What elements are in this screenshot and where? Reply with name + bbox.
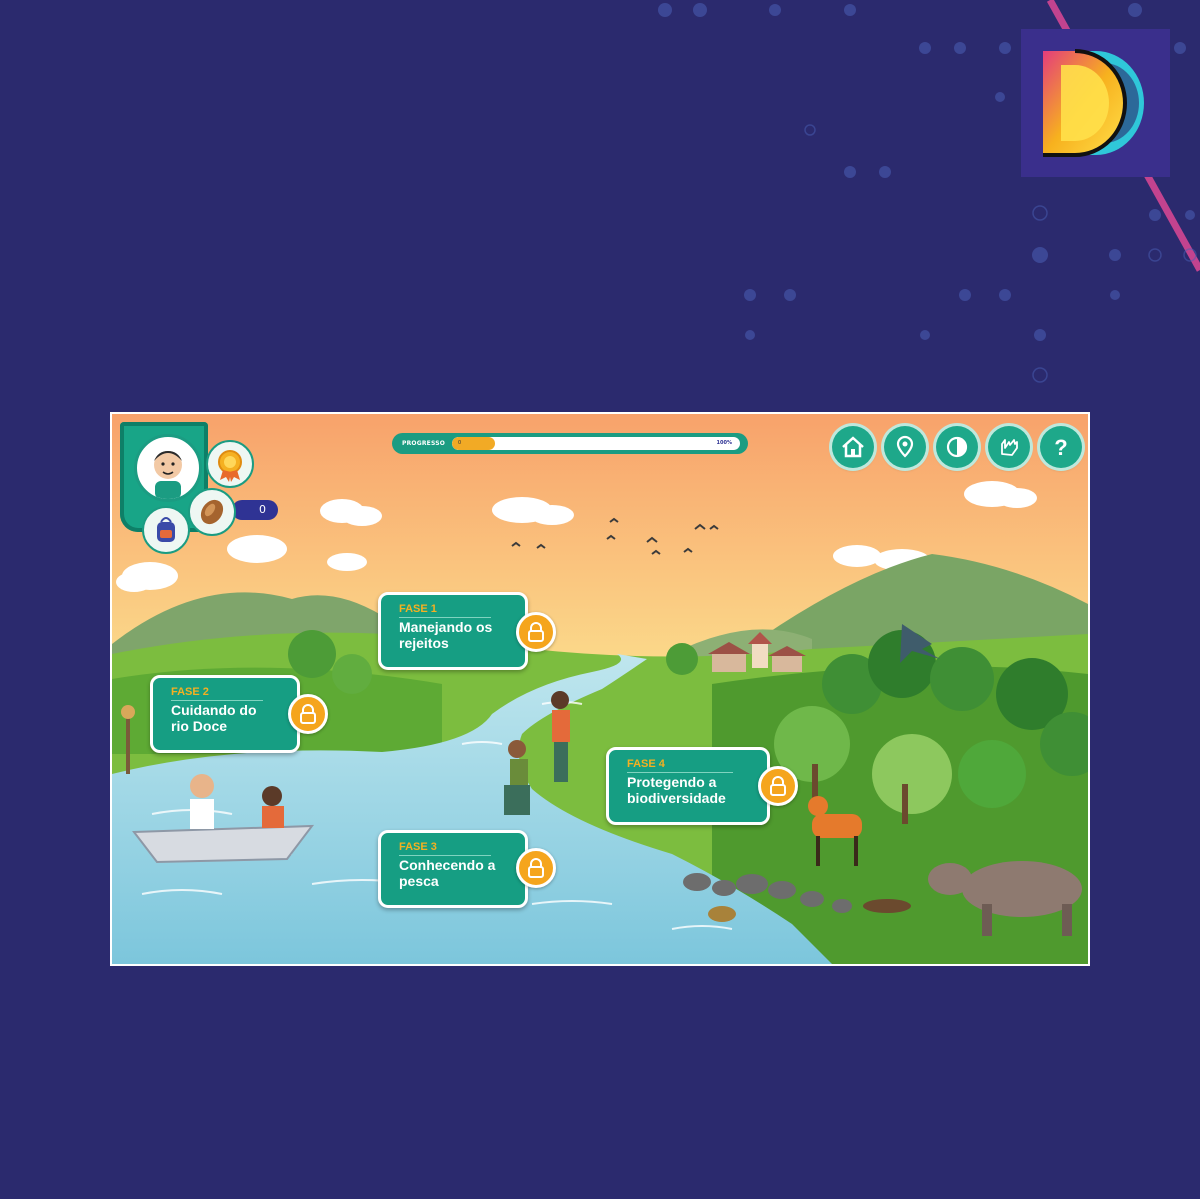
phase-2-lock[interactable] bbox=[288, 694, 328, 734]
phase-4-lock[interactable] bbox=[758, 766, 798, 806]
svg-text:?: ? bbox=[1054, 435, 1067, 460]
phase-4-card[interactable]: FASE 4 Protegendo a biodiversidade bbox=[606, 747, 770, 825]
lock-icon bbox=[528, 858, 544, 878]
lock-icon bbox=[528, 622, 544, 642]
phase-tag: FASE 2 bbox=[171, 686, 209, 698]
phase-1-lock[interactable] bbox=[516, 612, 556, 652]
phase-divider bbox=[171, 700, 263, 701]
map-button[interactable] bbox=[884, 426, 926, 468]
help-icon: ? bbox=[1054, 435, 1067, 460]
contrast-icon bbox=[946, 436, 968, 458]
phase-title: Conhecendo a pesca bbox=[399, 857, 496, 889]
game-screen: 0 PROGRESSO 0 100% ? FASE 1 Manejando os… bbox=[110, 412, 1090, 966]
phase-tag: FASE 3 bbox=[399, 841, 437, 853]
phase-divider bbox=[399, 855, 491, 856]
home-button[interactable] bbox=[832, 426, 874, 468]
seed-inventory-button[interactable] bbox=[188, 488, 236, 536]
phase-divider bbox=[399, 617, 491, 618]
d-logo-icon bbox=[1043, 49, 1144, 157]
phase-title: Manejando os rejeitos bbox=[399, 619, 493, 651]
backpack-button[interactable] bbox=[142, 506, 190, 554]
phase-2-card[interactable]: FASE 2 Cuidando do rio Doce bbox=[150, 675, 300, 753]
phase-1-card[interactable]: FASE 1 Manejando os rejeitos bbox=[378, 592, 528, 670]
phase-3-lock[interactable] bbox=[516, 848, 556, 888]
progress-min-label: 0 bbox=[458, 440, 462, 446]
brand-logo bbox=[1021, 29, 1170, 177]
backpack-icon bbox=[157, 517, 175, 542]
help-button[interactable]: ? bbox=[1040, 426, 1082, 468]
phase-title: Cuidando do rio Doce bbox=[171, 702, 257, 734]
phase-tag: FASE 1 bbox=[399, 603, 437, 615]
seed-icon bbox=[200, 499, 224, 525]
phase-3-card[interactable]: FASE 3 Conhecendo a pesca bbox=[378, 830, 528, 908]
progress-track: 0 100% bbox=[452, 437, 740, 450]
coin-counter: 0 bbox=[232, 500, 278, 520]
progress-max-label: 100% bbox=[716, 440, 732, 446]
progress-label: PROGRESSO bbox=[402, 440, 446, 447]
achievement-medal-button[interactable] bbox=[206, 440, 254, 488]
contrast-button[interactable] bbox=[936, 426, 978, 468]
lock-icon bbox=[770, 776, 786, 796]
phase-tag: FASE 4 bbox=[627, 758, 665, 770]
sign-language-icon bbox=[1001, 439, 1018, 456]
location-pin-icon bbox=[896, 435, 914, 458]
progress-bar: PROGRESSO 0 100% bbox=[392, 433, 748, 454]
phase-title: Protegendo a biodiversidade bbox=[627, 774, 726, 806]
lock-icon bbox=[300, 704, 316, 724]
home-icon bbox=[842, 436, 864, 458]
medal-icon bbox=[218, 450, 242, 482]
sign-language-button[interactable] bbox=[988, 426, 1030, 468]
phase-divider bbox=[627, 772, 733, 773]
